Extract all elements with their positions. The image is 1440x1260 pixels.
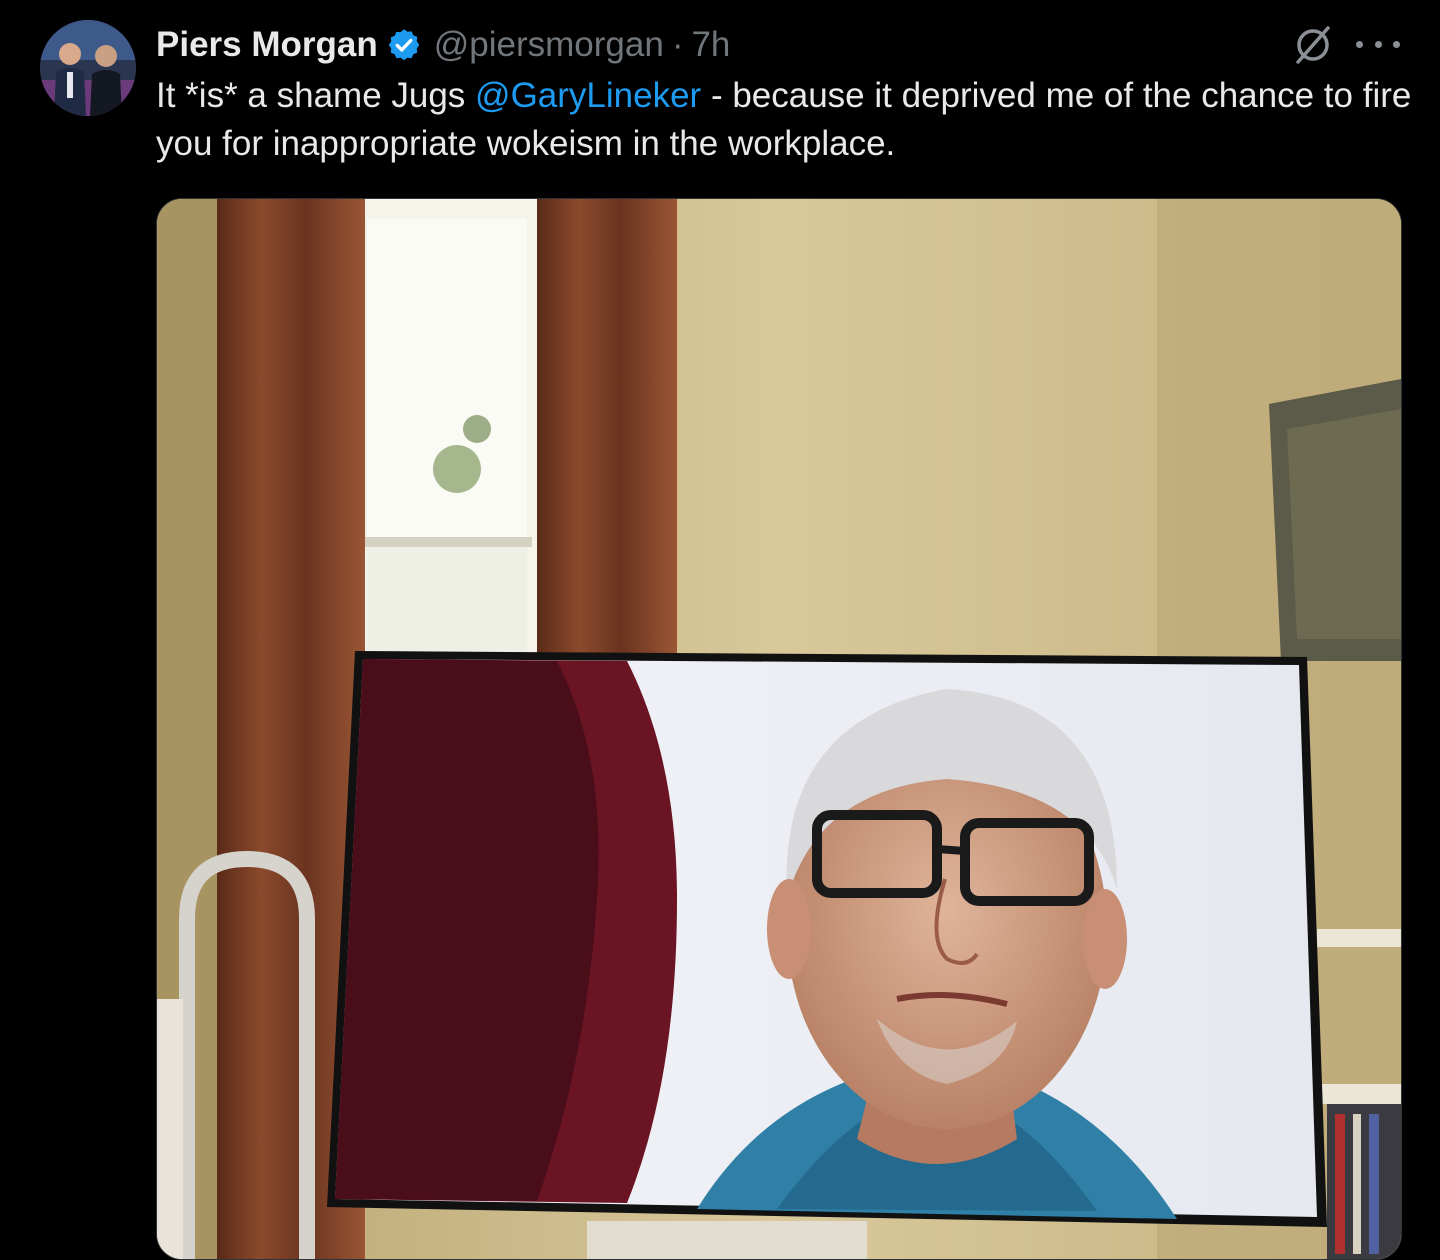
tweet-header: Piers Morgan @piersmorgan · 7h (156, 22, 730, 68)
meta-separator: · (671, 25, 684, 64)
tweet-text-start: It *is* a shame Jugs (156, 76, 476, 115)
more-dot (1356, 40, 1363, 48)
tweet-text: It *is* a shame Jugs @GaryLineker - beca… (156, 72, 1416, 168)
author-handle[interactable]: @piersmorgan (434, 25, 664, 65)
mention-link[interactable]: @GaryLineker (475, 76, 701, 115)
grok-icon[interactable] (1292, 24, 1334, 66)
verified-badge-icon (386, 27, 422, 63)
author-name[interactable]: Piers Morgan (156, 25, 378, 65)
more-dot (1393, 40, 1400, 48)
more-options-icon[interactable] (1356, 28, 1400, 60)
tweet-card[interactable]: Piers Morgan @piersmorgan · 7h It *is* a… (0, 0, 1440, 1260)
more-dot (1374, 40, 1382, 48)
author-avatar[interactable] (40, 20, 136, 116)
tweet-timestamp[interactable]: 7h (691, 25, 730, 65)
tweet-media-video[interactable] (156, 198, 1402, 1260)
